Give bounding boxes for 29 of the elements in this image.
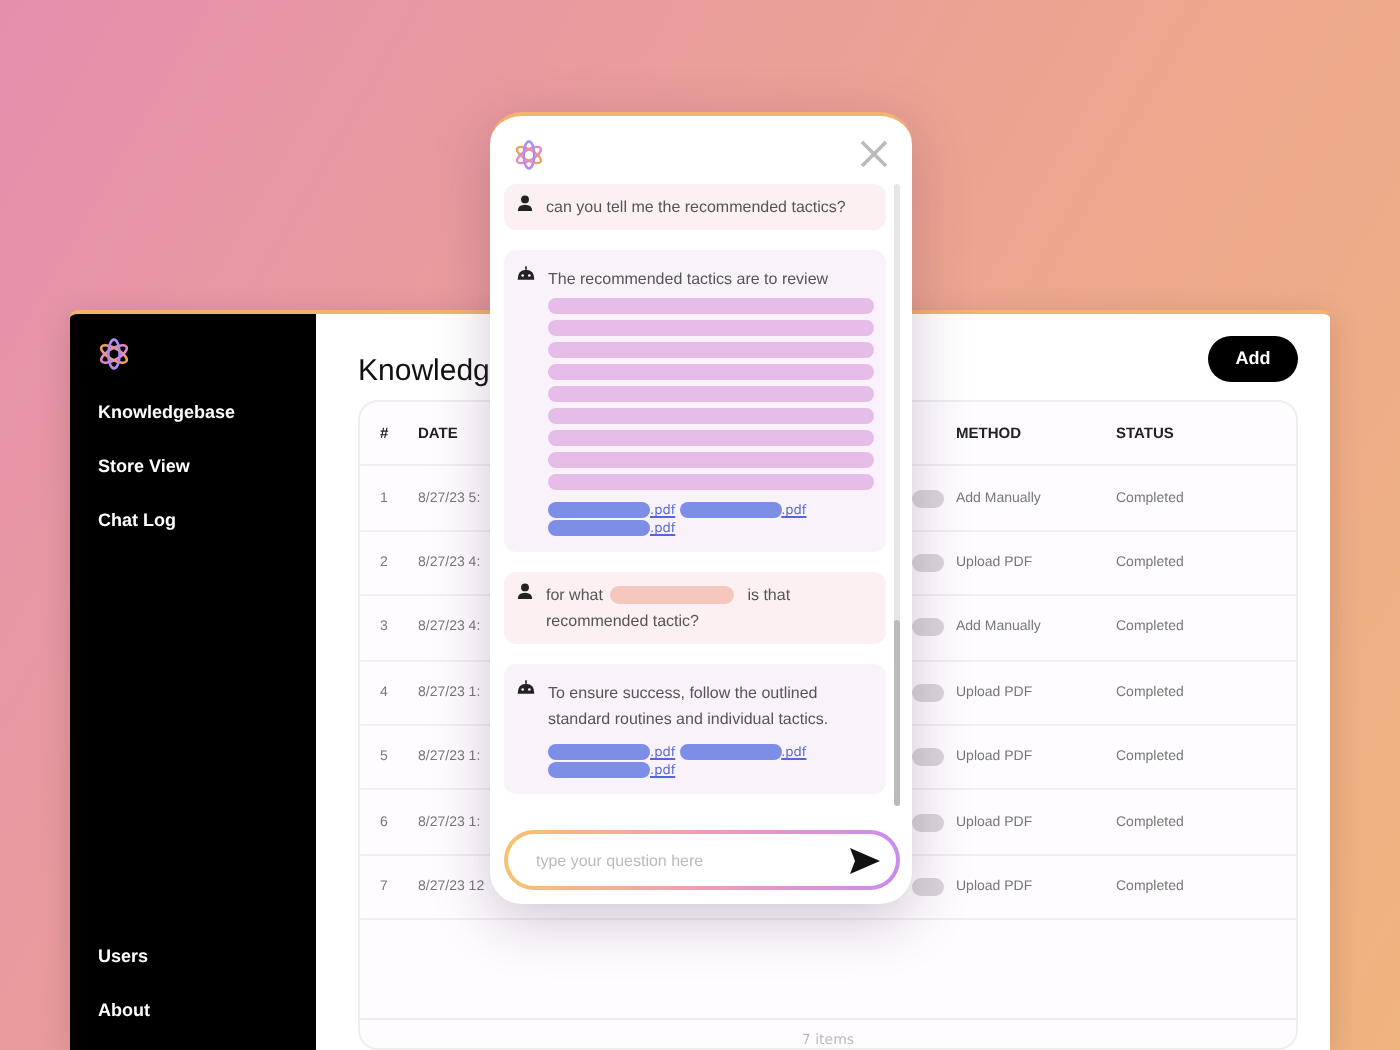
atom-logo-icon (98, 338, 130, 370)
toggle-switch[interactable] (912, 489, 944, 508)
atom-logo-icon (514, 139, 544, 169)
toggle-switch[interactable] (912, 813, 944, 832)
sidebar-item[interactable]: Users (98, 942, 316, 972)
question-input[interactable]: type your question here (532, 849, 850, 871)
robot-icon (516, 266, 536, 280)
toggle-switch[interactable] (912, 877, 944, 896)
sidebar-item[interactable]: Knowledgebase (98, 398, 316, 428)
toggle-switch[interactable] (912, 553, 944, 572)
robot-icon (516, 680, 536, 694)
send-icon[interactable] (850, 847, 880, 873)
sidebar-item[interactable]: About (98, 996, 316, 1026)
sidebar-item[interactable]: Store View (98, 452, 316, 482)
sidebar-item[interactable]: Chat Log (98, 506, 316, 536)
toggle-switch[interactable] (912, 748, 944, 767)
message-text: The recommended tactics are to review (548, 268, 831, 292)
toggle-switch[interactable] (912, 683, 944, 702)
person-icon (516, 582, 534, 600)
page-title: Knowledg (358, 351, 490, 387)
message-text: can you tell me the recommended tactics? (546, 196, 848, 220)
toggle-switch[interactable] (912, 618, 944, 637)
scrollbar[interactable] (894, 184, 900, 806)
message-text: for what is that recommended tactic? (546, 584, 793, 634)
message-text: To ensure success, follow the outlined standard routines and individual tactics. (548, 682, 831, 732)
add-button[interactable]: Add (1208, 335, 1298, 381)
person-icon (516, 194, 534, 212)
close-icon[interactable] (860, 140, 888, 168)
question-field[interactable]: type your question here (504, 830, 900, 890)
